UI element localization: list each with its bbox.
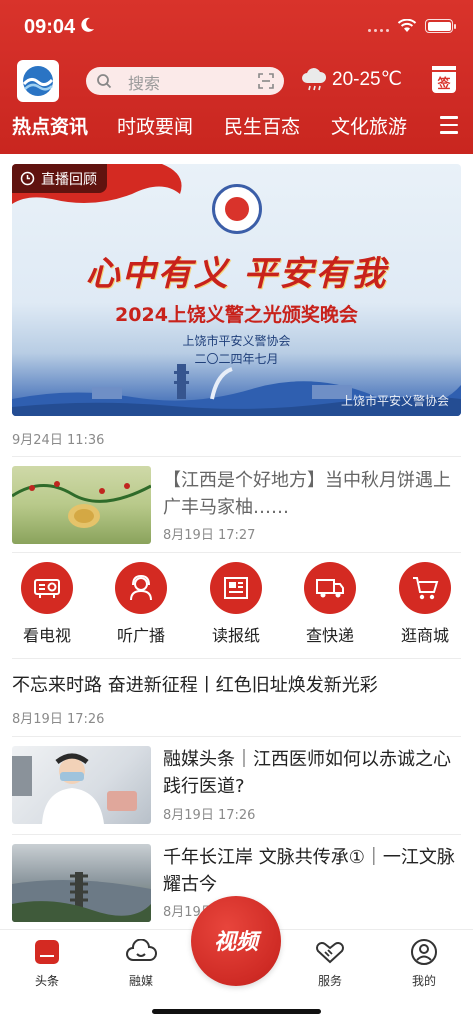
news-thumbnail[interactable]	[12, 466, 151, 544]
video-button[interactable]: 视频	[191, 896, 281, 986]
news-date: 8月19日 17:26	[163, 808, 256, 823]
clock-icon	[20, 171, 35, 186]
banner-organizer: 上饶市平安义警协会	[182, 334, 291, 348]
cart-icon	[413, 577, 439, 600]
news-title[interactable]: 融媒头条｜江西医师如何以赤诚之心践行医道?	[163, 746, 459, 800]
quick-links: 看电视 听广播 读报纸 查快递 逛商城	[0, 562, 473, 648]
divider	[12, 456, 461, 457]
tab-livelihood[interactable]: 民生百态	[224, 112, 300, 139]
quick-link-radio[interactable]: 听广播	[106, 562, 176, 646]
user-icon	[411, 939, 437, 965]
banner-subtitle: 2024上饶义警之光颁奖晚会	[115, 304, 358, 326]
nav-label: 融媒	[128, 974, 153, 988]
weather-widget[interactable]: 20-25℃	[300, 66, 402, 92]
cloud-rain-icon	[302, 68, 327, 91]
signal-icon	[368, 20, 389, 32]
live-replay-badge: 直播回顾	[12, 164, 107, 193]
moon-icon	[81, 17, 94, 32]
headset-icon	[130, 574, 152, 601]
app-header: 09:04 搜索 20-25℃ 签 热点资讯 时政要闻 民生百态 文化旅游	[0, 0, 473, 154]
headline-title[interactable]: 不忘来时路 奋进新征程丨红色旧址焕发新光彩	[12, 671, 378, 697]
quick-link-label: 查快递	[305, 626, 354, 645]
status-bar: 09:04	[0, 0, 473, 56]
tab-hot-news[interactable]: 热点资讯	[12, 112, 88, 139]
home-indicator	[152, 1009, 321, 1014]
handshake-icon	[316, 942, 344, 964]
menu-icon[interactable]	[440, 116, 458, 139]
truck-icon	[316, 579, 344, 598]
nav-services[interactable]: 服务	[300, 938, 360, 989]
sign-in-button[interactable]: 签	[432, 66, 456, 93]
quick-link-label: 看电视	[22, 626, 71, 645]
banner-watermark: 上饶市平安义警协会	[340, 394, 449, 408]
quick-link-label: 读报纸	[211, 626, 260, 645]
news-title[interactable]: 【江西是个好地方】当中秋月饼遇上广丰马家柚……	[163, 467, 459, 521]
nav-media[interactable]: 融媒	[111, 938, 171, 989]
tab-culture-travel[interactable]: 文化旅游	[331, 112, 407, 139]
featured-banner[interactable]: 直播回顾 心中有义 平安有我 2024上饶义警之光颁奖晚会 上饶市平安义警协会 …	[12, 164, 461, 416]
quick-link-mall[interactable]: 逛商城	[390, 562, 460, 646]
news-feed: 直播回顾 心中有义 平安有我 2024上饶义警之光颁奖晚会 上饶市平安义警协会 …	[0, 154, 473, 929]
tab-politics[interactable]: 时政要闻	[117, 112, 193, 139]
news-title[interactable]: 千年长江岸 文脉共传承①｜一江文脉耀古今	[163, 844, 459, 898]
weather-temperature: 20-25℃	[332, 68, 402, 90]
divider	[12, 658, 461, 659]
nav-headlines[interactable]: 头条	[17, 938, 77, 989]
app-logo[interactable]	[17, 60, 59, 102]
banner-timestamp: 9月24日 11:36	[12, 433, 105, 448]
projector-icon	[34, 579, 60, 598]
scan-icon[interactable]	[258, 73, 274, 89]
quick-link-label: 逛商城	[400, 626, 449, 645]
live-replay-label: 直播回顾	[41, 171, 97, 188]
police-emblem-icon	[212, 184, 262, 234]
quick-link-label: 听广播	[116, 626, 165, 645]
mooncake-image	[12, 481, 151, 528]
banner-title: 心中有义 平安有我	[85, 254, 388, 294]
news-date: 8月19日 17:27	[163, 528, 256, 543]
battery-icon	[425, 19, 456, 33]
quick-link-newspaper[interactable]: 读报纸	[201, 562, 271, 646]
news-thumbnail[interactable]	[12, 746, 151, 824]
headlines-icon	[35, 940, 59, 964]
newspaper-icon	[224, 577, 248, 599]
nav-label: 我的	[411, 974, 436, 988]
news-thumbnail[interactable]	[12, 844, 151, 922]
search-placeholder: 搜索	[128, 74, 161, 93]
nav-mine[interactable]: 我的	[394, 938, 454, 989]
cloud-icon	[126, 939, 157, 961]
wifi-icon	[397, 19, 417, 32]
divider	[12, 834, 461, 835]
status-time: 09:04	[24, 16, 76, 38]
status-icons	[368, 19, 456, 33]
category-tabs: 热点资讯 时政要闻 民生百态 文化旅游	[0, 112, 473, 144]
headline-date: 8月19日 17:26	[12, 712, 105, 727]
search-icon	[97, 74, 112, 89]
search-bar[interactable]: 搜索	[86, 67, 284, 95]
video-label: 视频	[213, 930, 258, 955]
divider	[12, 736, 461, 737]
nav-label: 头条	[34, 974, 59, 988]
quick-link-tv[interactable]: 看电视	[12, 562, 82, 646]
divider	[12, 552, 461, 553]
nav-label: 服务	[317, 974, 342, 988]
sign-in-label: 签	[437, 77, 451, 92]
doctor-image	[12, 753, 137, 824]
riverside-pagoda-image	[12, 872, 151, 922]
quick-link-express[interactable]: 查快递	[295, 562, 365, 646]
